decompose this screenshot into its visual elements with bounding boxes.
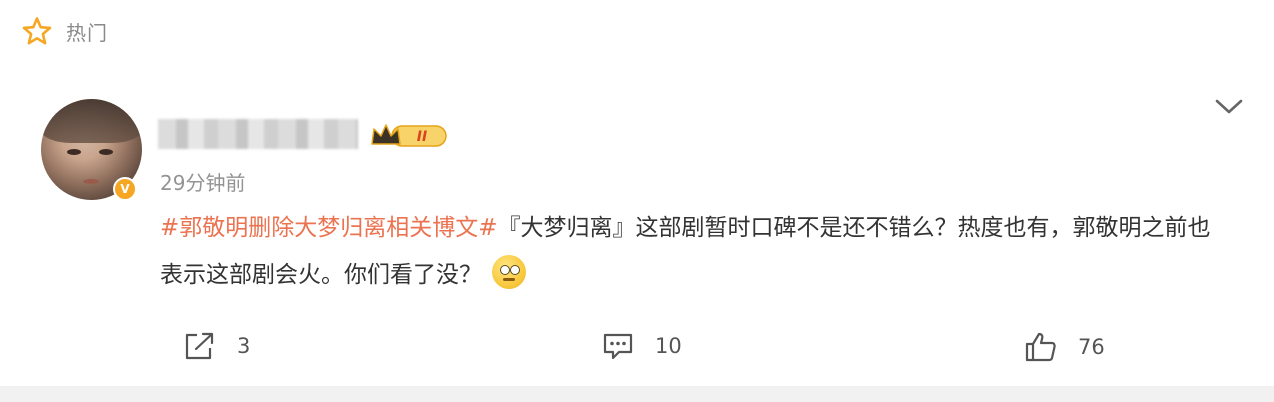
hot-label: 热门 xyxy=(66,20,108,45)
hot-header: 热门 xyxy=(22,16,108,46)
share-icon xyxy=(185,332,214,360)
like-count: 76 xyxy=(1078,335,1105,359)
chevron-down-icon[interactable] xyxy=(1214,96,1244,118)
thinking-face-emoji xyxy=(492,255,526,289)
username-blurred[interactable] xyxy=(158,119,358,149)
comment-button[interactable]: 10 xyxy=(601,331,682,361)
vip-level-label: II xyxy=(417,129,427,145)
like-button[interactable]: 76 xyxy=(1024,331,1105,363)
verified-badge: V xyxy=(113,177,137,201)
share-button[interactable]: 3 xyxy=(183,331,250,361)
comment-count: 10 xyxy=(655,334,682,358)
comment-icon xyxy=(603,333,633,360)
vip-crown-icon: II xyxy=(371,124,447,147)
star-outline-icon xyxy=(22,17,52,45)
hashtag-link[interactable]: #郭敬明删除大梦归离相关博文# xyxy=(160,215,498,241)
post-card: 热门 V II 29分钟前 #郭敬明删除大梦归离相关博文#『大梦归离』这部剧暂时… xyxy=(0,0,1274,386)
post-content: #郭敬明删除大梦归离相关博文#『大梦归离』这部剧暂时口碑不是还不错么？热度也有，… xyxy=(160,205,1220,299)
share-count: 3 xyxy=(237,334,251,358)
post-time: 29分钟前 xyxy=(160,171,246,195)
thumbs-up-icon xyxy=(1025,332,1056,362)
